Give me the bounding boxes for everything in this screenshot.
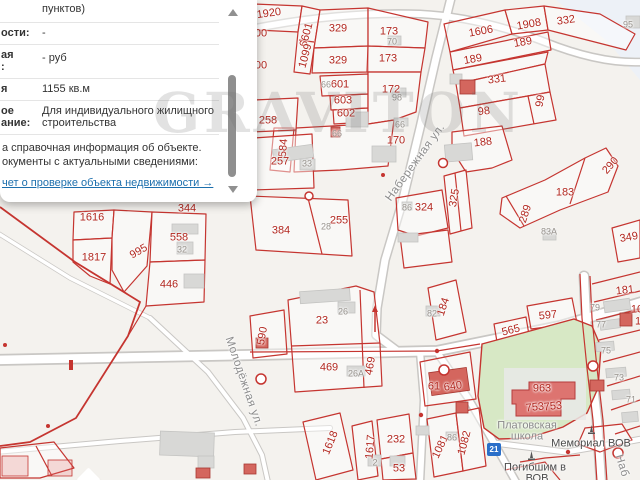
field-label-price: ая : — [1, 48, 14, 74]
field-label-usage: ое ание: — [1, 104, 31, 130]
field-value-area: 1155 кв.м — [42, 82, 90, 95]
popup-scrollbar[interactable] — [226, 5, 238, 197]
scroll-up-arrow-icon[interactable] — [228, 9, 238, 16]
field-value-usage: Для индивидуального жилищного строительс… — [42, 104, 215, 130]
report-link[interactable]: чет о проверке объекта недвижимости → — [2, 177, 213, 189]
popup-content: пунктов) ости: - ая : - руб я 1155 кв.м … — [0, 0, 219, 202]
cadastral-map-screen: 1920 329 173 6601 1099 329 173 00 00 258 601 603 602… — [0, 0, 640, 480]
info-popup: пунктов) ости: - ая : - руб я 1155 кв.м … — [0, 0, 257, 202]
note-line-2: окументы с актуальными сведениями: — [2, 155, 198, 168]
scroll-down-arrow-icon[interactable] — [228, 186, 238, 193]
note-line-1: а справочная информация об объекте. — [2, 141, 202, 154]
field-value-cost: - — [42, 27, 46, 39]
field-label-cost: ости: — [1, 27, 30, 39]
field-value-overflow: пунктов) — [42, 3, 86, 15]
road-sign-21: 21 — [487, 443, 501, 456]
popup-note: а справочная информация об объекте. окум… — [0, 135, 219, 170]
field-label-area: я — [1, 82, 8, 95]
scrollbar-thumb[interactable] — [228, 75, 236, 177]
field-value-price: - руб — [42, 51, 67, 64]
